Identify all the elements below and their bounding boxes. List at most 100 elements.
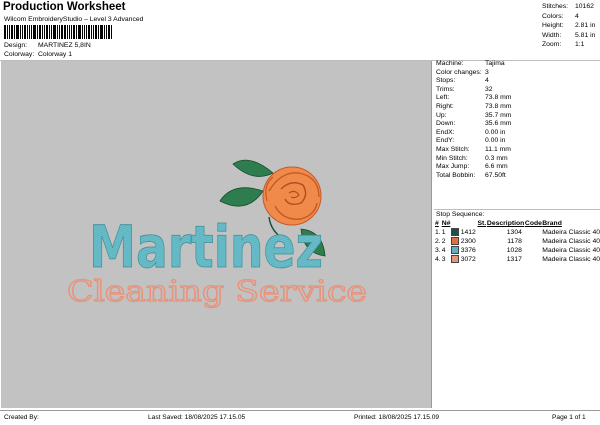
machine-info-row: Up: 35.7 mm (434, 112, 600, 121)
machine-info-row: EndY: 0.00 in (434, 137, 600, 146)
machine-info-row: Trims: 32 (434, 86, 600, 95)
stat-stitches: Stitches: 10162 (542, 3, 594, 10)
stop-index: 2. (435, 238, 441, 245)
machine-info-row: Stops: 4 (434, 77, 600, 86)
thread-code: 2300 (460, 238, 476, 245)
info-label: EndY: (436, 137, 455, 145)
color-cell: 3376 (450, 246, 478, 255)
info-value: 0.00 in (485, 128, 506, 136)
needle-number: 1 (441, 229, 446, 236)
info-label: Machine: (436, 60, 464, 67)
design-row: Design: MARTINEZ 5,8IN (4, 42, 91, 49)
color-swatch (450, 228, 459, 237)
code-cell (525, 237, 542, 246)
col-hash: # (435, 220, 439, 227)
stat-height: Height: 2.81 in (542, 22, 596, 30)
design-label: Design: (4, 42, 28, 49)
machine-info-row: EndX: 0.00 in (434, 129, 600, 138)
page-number: Page 1 of 1 (552, 414, 586, 421)
info-label: Stops: (436, 77, 456, 85)
colorway-row: Colorway: Colorway 1 (4, 51, 72, 58)
thread-code: 1412 (460, 229, 476, 236)
colorway-value: Colorway 1 (38, 51, 72, 58)
stop-sequence-title: Stop Sequence: (436, 211, 485, 218)
st-cell (477, 246, 486, 255)
page-title: Production Worksheet (3, 1, 126, 13)
color-cell: 2300 (450, 237, 478, 246)
machine-info-row: Min Stitch: 0.3 mm (434, 155, 600, 164)
info-value: 73.8 mm (485, 94, 512, 102)
thread-brand: Madeira Classic 40 (542, 247, 600, 254)
last-saved: Last Saved: 18/08/2025 17.15.05 (148, 414, 246, 421)
machine-info-row: Color changes: 3 (434, 69, 600, 78)
colorway-label: Colorway: (4, 51, 35, 58)
st-cell (477, 237, 486, 246)
thread-code: 3376 (460, 247, 476, 254)
info-value: 6.6 mm (485, 163, 508, 171)
st-cell (477, 255, 486, 264)
needle-number: 4 (441, 247, 446, 254)
stop-row: 3. 4 3376 1028 Madeira Classic 40 (435, 246, 600, 255)
color-swatch (450, 255, 459, 264)
embroidery-preview: Martinez Cleaning Service (66, 159, 368, 309)
stop-index: 4. (435, 256, 441, 263)
info-label: Left: (436, 94, 450, 102)
design-word-cleaning-service: Cleaning Service (67, 274, 367, 308)
thread-brand: Madeira Classic 40 (542, 229, 600, 236)
color-cell: 1412 (450, 228, 478, 237)
machine-info-row: Left: 73.8 mm (434, 94, 600, 103)
machine-info-row: Right: 73.8 mm (434, 103, 600, 112)
stop-row: 4. 3 3072 1317 Madeira Classic 40 (435, 255, 600, 264)
code-cell (525, 246, 542, 255)
info-value: 0.3 mm (485, 154, 508, 162)
machine-info-panel: Machine: Tajima Color changes: 3 Stops: 4 Trim… (434, 60, 600, 180)
stop-sequence-panel: Stop Sequence: # N# St. Description Code… (434, 210, 600, 264)
info-label: Total Bobbin: (436, 171, 476, 179)
stitch-count: 1178 (507, 238, 522, 245)
info-label: Right: (436, 102, 454, 110)
stat-width: Width: 5.81 in (542, 31, 596, 39)
stat-colors: Colors: 4 (542, 12, 579, 20)
info-label: Max Stitch: (436, 145, 470, 153)
col-st: St. (477, 220, 487, 227)
thread-code: 3072 (460, 256, 476, 263)
color-swatch (450, 237, 459, 246)
info-label: Trims: (436, 85, 455, 93)
machine-info-row: Total Bobbin: 67.50ft (434, 172, 600, 181)
info-value: 32 (485, 85, 493, 93)
info-value: 73.8 mm (485, 102, 512, 110)
thread-brand: Madeira Classic 40 (542, 238, 600, 245)
stitch-count: 1317 (506, 256, 522, 263)
stop-row: 2. 2 2300 1178 Madeira Classic 40 (435, 237, 600, 246)
stop-row: 1. 1 1412 1304 Madeira Classic 40 (435, 228, 600, 237)
printed-date: Printed: 18/08/2025 17.15.09 (354, 414, 440, 421)
info-value: 3 (485, 68, 489, 76)
design-word-martinez: Martinez (89, 213, 323, 281)
footer: Created By: Last Saved: 18/08/2025 17.15… (0, 410, 600, 425)
stitch-count: 1304 (506, 229, 522, 236)
info-value: 67.50ft (485, 171, 506, 179)
info-value: 0.00 in (485, 137, 506, 145)
col-brand: Brand (542, 220, 562, 227)
stat-zoom: Zoom: 1:1 (542, 41, 585, 49)
info-value: 35.7 mm (485, 111, 512, 119)
st-cell (477, 228, 486, 237)
info-label: Up: (436, 111, 447, 119)
col-n: N# (441, 220, 451, 227)
machine-info-row: Max Jump: 6.6 mm (434, 163, 600, 172)
info-label: Min Stitch: (436, 154, 468, 162)
stitch-count: 1028 (506, 247, 522, 254)
col-description: Description (486, 220, 525, 227)
created-by: Created By: (4, 414, 39, 421)
color-swatch (450, 246, 459, 255)
info-label: Down: (436, 120, 456, 128)
info-value: Tajima (485, 60, 505, 67)
stop-index: 1. (435, 229, 441, 236)
col-code: Code (524, 220, 542, 227)
barcode (4, 25, 116, 39)
stop-index: 3. (435, 247, 441, 254)
stop-sequence-table: # N# St. Description Code Brand 1. 1 1412 1… (435, 219, 600, 264)
design-stats: Stitches: 10162 Colors: 4 Height: 2.81 in W… (542, 2, 595, 50)
needle-number: 2 (441, 238, 446, 245)
code-cell (525, 255, 542, 264)
